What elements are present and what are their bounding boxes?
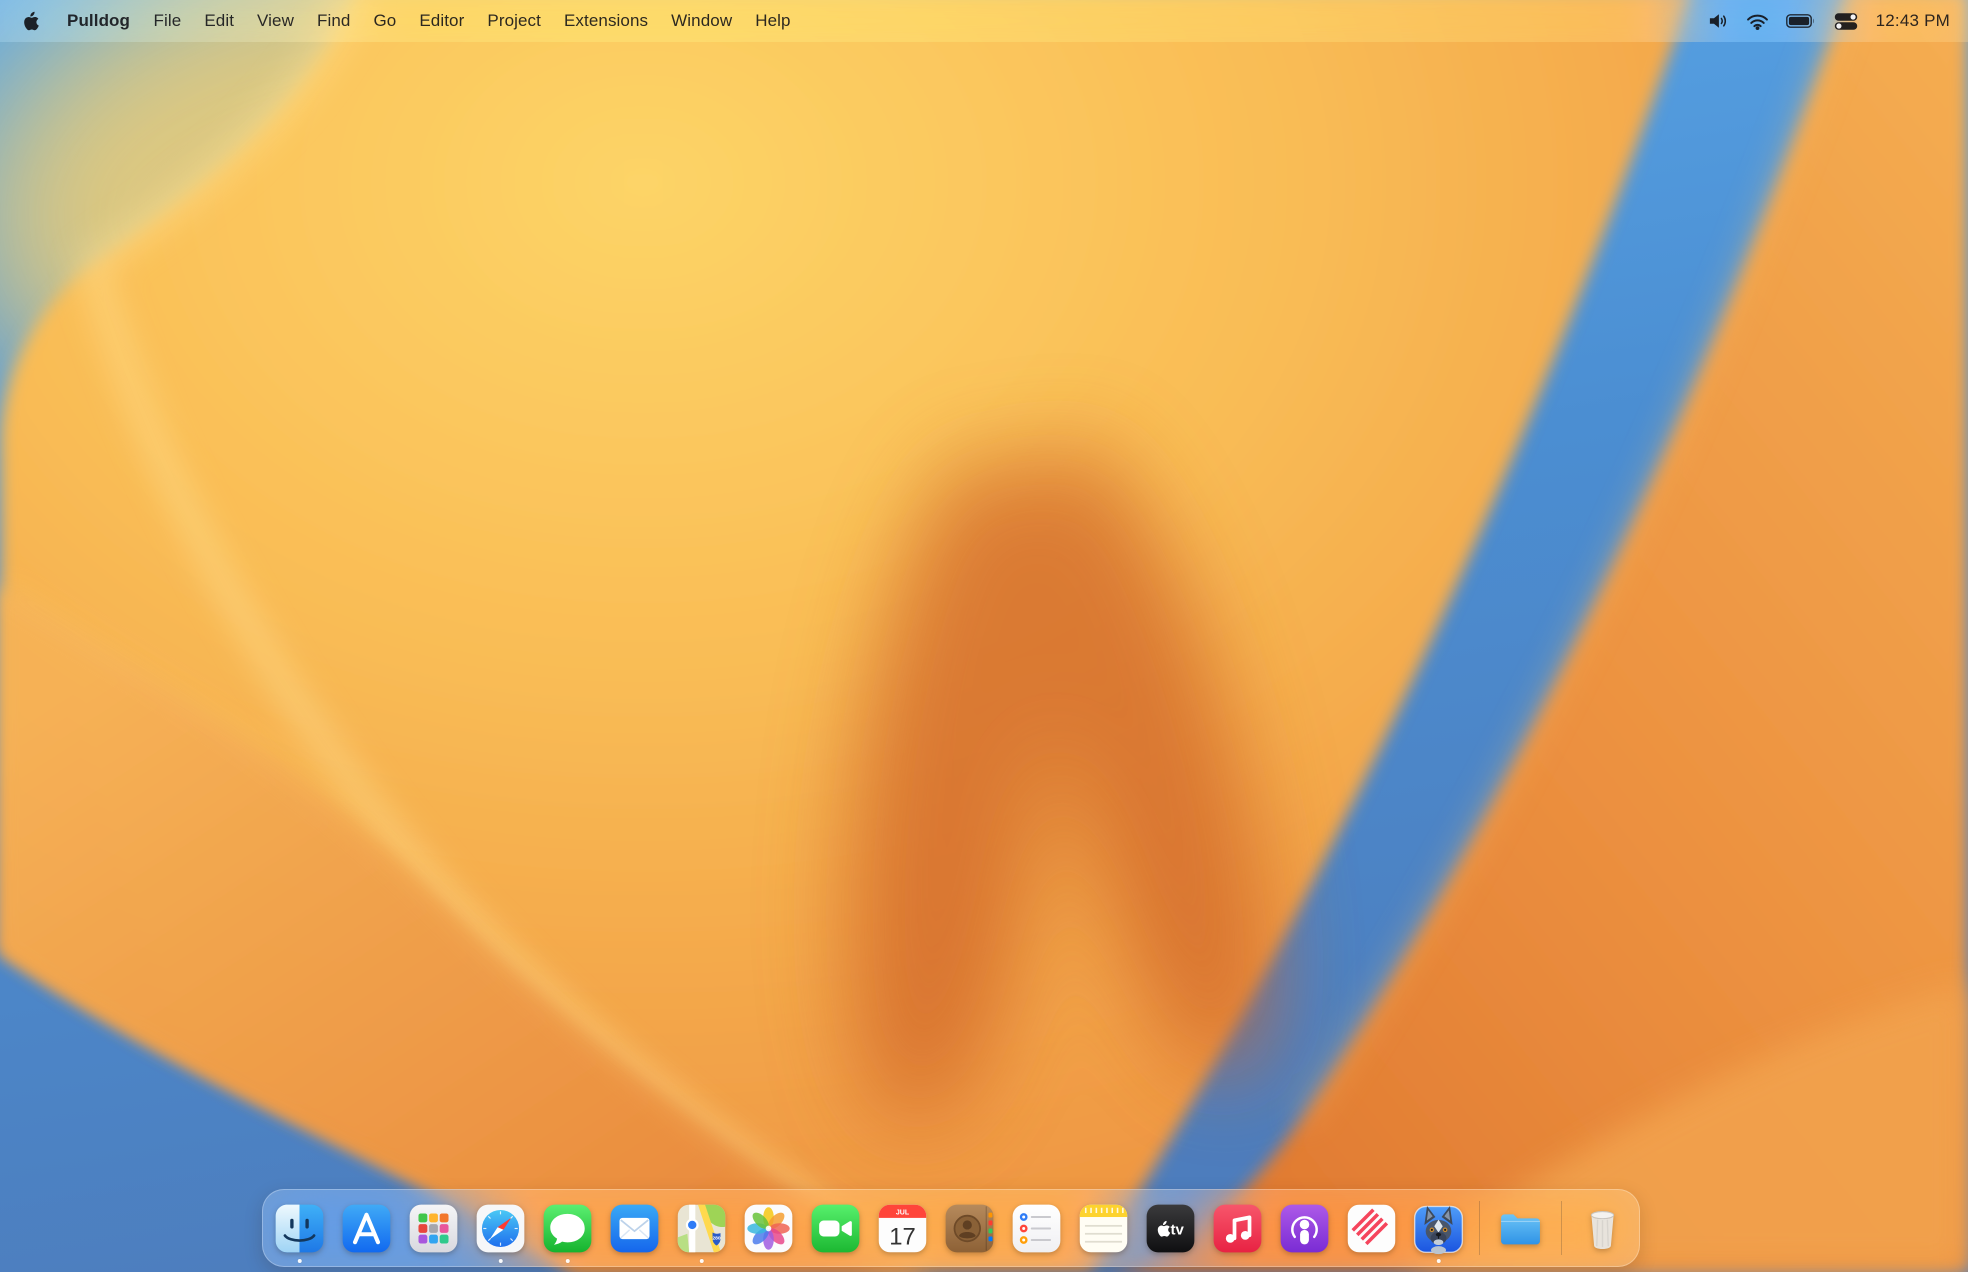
svg-text:JUL: JUL bbox=[896, 1209, 910, 1216]
svg-text:280: 280 bbox=[712, 1235, 720, 1241]
app-store-icon bbox=[340, 1202, 393, 1255]
notes-icon bbox=[1077, 1202, 1130, 1255]
dock-separator bbox=[1561, 1201, 1562, 1255]
trash-icon bbox=[1576, 1202, 1629, 1255]
podcasts-icon bbox=[1278, 1202, 1331, 1255]
svg-text:tv: tv bbox=[1170, 1221, 1184, 1238]
dock-item-news[interactable] bbox=[1345, 1202, 1398, 1255]
dock-item-reminders[interactable] bbox=[1010, 1202, 1063, 1255]
dock-item-pulldog[interactable] bbox=[1412, 1202, 1465, 1255]
dock-item-podcasts[interactable] bbox=[1278, 1202, 1331, 1255]
menu-project[interactable]: Project bbox=[476, 11, 553, 31]
dock-item-photos[interactable] bbox=[742, 1202, 795, 1255]
running-indicator bbox=[297, 1259, 302, 1264]
dock-item-app-store[interactable] bbox=[340, 1202, 393, 1255]
finder-icon bbox=[273, 1202, 326, 1255]
wifi-icon[interactable] bbox=[1746, 13, 1769, 30]
menu-view[interactable]: View bbox=[246, 11, 306, 31]
dock-item-facetime[interactable] bbox=[809, 1202, 862, 1255]
control-center-icon[interactable] bbox=[1833, 12, 1859, 31]
dock-item-mail[interactable] bbox=[608, 1202, 661, 1255]
menu-go[interactable]: Go bbox=[362, 11, 408, 31]
running-indicator bbox=[1436, 1259, 1441, 1264]
menu-file[interactable]: File bbox=[142, 11, 193, 31]
menu-bar-status: 12:43 PM bbox=[1707, 0, 1968, 42]
desktop-wallpaper bbox=[0, 0, 1968, 1272]
volume-icon[interactable] bbox=[1707, 12, 1729, 30]
battery-icon[interactable] bbox=[1786, 14, 1816, 28]
messages-icon bbox=[541, 1202, 594, 1255]
menu-find[interactable]: Find bbox=[305, 11, 361, 31]
launchpad-icon bbox=[407, 1202, 460, 1255]
running-indicator bbox=[565, 1259, 570, 1264]
facetime-icon bbox=[809, 1202, 862, 1255]
menu-window[interactable]: Window bbox=[660, 11, 744, 31]
running-indicator bbox=[699, 1259, 704, 1264]
dock-item-calendar[interactable]: JUL 17 bbox=[876, 1202, 929, 1255]
photos-icon bbox=[742, 1202, 795, 1255]
contacts-icon bbox=[943, 1202, 996, 1255]
tv-icon: tv bbox=[1144, 1202, 1197, 1255]
dock-item-music[interactable] bbox=[1211, 1202, 1264, 1255]
active-app-menu[interactable]: Pulldog bbox=[55, 11, 142, 31]
dock-item-launchpad[interactable] bbox=[407, 1202, 460, 1255]
menu-edit[interactable]: Edit bbox=[193, 11, 246, 31]
news-icon bbox=[1345, 1202, 1398, 1255]
menu-extensions[interactable]: Extensions bbox=[552, 11, 659, 31]
maps-icon: 280 bbox=[675, 1202, 728, 1255]
menu-bar: Pulldog FileEditViewFindGoEditorProjectE… bbox=[0, 0, 1968, 42]
folder-icon bbox=[1494, 1202, 1547, 1255]
dock-item-safari[interactable] bbox=[474, 1202, 527, 1255]
apple-menu[interactable] bbox=[0, 0, 55, 42]
dock-item-maps[interactable]: 280 bbox=[675, 1202, 728, 1255]
dock-separator bbox=[1479, 1201, 1480, 1255]
dock-item-trash[interactable] bbox=[1576, 1202, 1629, 1255]
menu-bar-menus: FileEditViewFindGoEditorProjectExtension… bbox=[142, 11, 802, 31]
safari-icon bbox=[474, 1202, 527, 1255]
menu-bar-clock[interactable]: 12:43 PM bbox=[1876, 11, 1950, 31]
dock-item-contacts[interactable] bbox=[943, 1202, 996, 1255]
menu-editor[interactable]: Editor bbox=[408, 11, 476, 31]
pulldog-icon bbox=[1412, 1202, 1465, 1255]
dock: 280 JUL 17 bbox=[262, 1189, 1640, 1267]
dock-item-finder[interactable] bbox=[273, 1202, 326, 1255]
svg-text:17: 17 bbox=[889, 1223, 916, 1250]
apple-logo-icon bbox=[22, 11, 39, 31]
dock-item-tv[interactable]: tv bbox=[1144, 1202, 1197, 1255]
dock-item-notes[interactable] bbox=[1077, 1202, 1130, 1255]
dock-item-messages[interactable] bbox=[541, 1202, 594, 1255]
menu-help[interactable]: Help bbox=[744, 11, 802, 31]
music-icon bbox=[1211, 1202, 1264, 1255]
running-indicator bbox=[498, 1259, 503, 1264]
calendar-icon: JUL 17 bbox=[876, 1202, 929, 1255]
reminders-icon bbox=[1010, 1202, 1063, 1255]
dock-item-folder[interactable] bbox=[1494, 1202, 1547, 1255]
mail-icon bbox=[608, 1202, 661, 1255]
